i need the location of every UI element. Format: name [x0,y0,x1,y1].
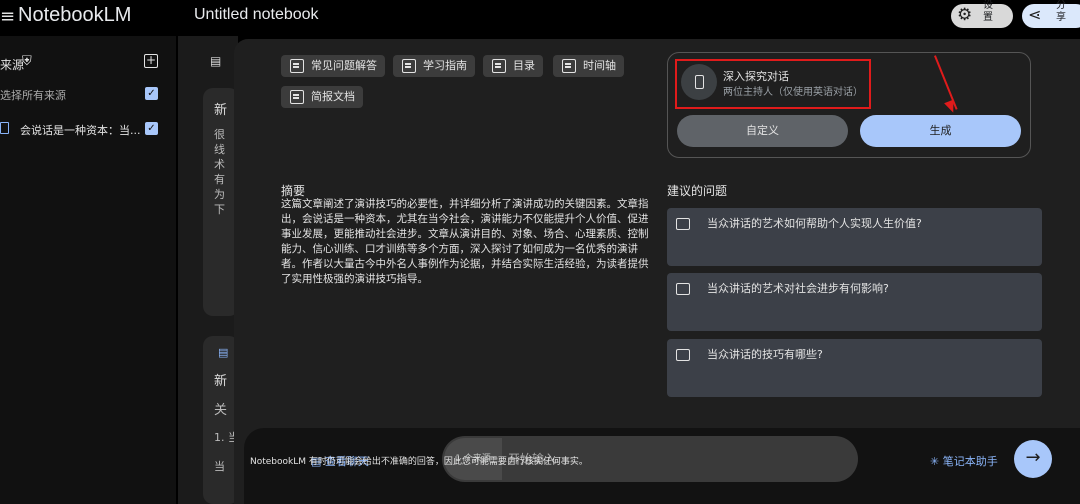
settings-label: 设置 [983,0,993,23]
sparkle-icon: ✳ [930,455,943,468]
note-text: 术 [214,158,225,171]
note-add-icon [562,59,576,73]
suggested-question[interactable]: 当众讲话的艺术对社会进步有何影响? [667,273,1042,331]
menu-icon[interactable]: ≡ [0,6,15,27]
chip-timeline[interactable]: 时间轴 [553,55,624,77]
generate-button[interactable]: 生成 [860,115,1021,147]
document-icon [0,122,9,134]
notebook-guide-panel: 常见问题解答 学习指南 目录 时间轴 简报文档 摘要 这篇文章阐述了演讲技巧的必… [234,39,1080,504]
suggested-question[interactable]: 当众讲话的技巧有哪些? [667,339,1042,397]
customize-button[interactable]: 自定义 [677,115,848,147]
chat-icon [676,349,690,361]
note-icon: ▤ [210,54,222,68]
note-add-icon [290,59,304,73]
note-title: 新 [214,374,228,389]
note-text: 线 [214,143,225,156]
chat-icon [676,218,690,230]
disclaimer-text: NotebookLM 有时仍可能会给出不准确的回答，因此您可能需要自行核实任何事… [250,457,588,467]
note-text: 很 [214,128,225,141]
send-arrow-icon[interactable]: → [1014,440,1052,478]
gear-icon: ⚙ [957,5,973,25]
note-text: 当 [214,460,225,473]
notebook-assistant-button[interactable]: ✳ 笔记本助手 [930,453,998,469]
select-all-checkbox[interactable]: ✓ [145,87,158,100]
note-title: 新 [214,103,228,118]
app-title: NotebookLM [18,4,132,26]
chip-table-of-contents[interactable]: 目录 [483,55,543,77]
note-add-icon [492,59,506,73]
note-text: 有 [214,173,225,186]
chip-faq[interactable]: 常见问题解答 [281,55,385,77]
note-text: 关 [214,403,228,418]
suggested-question[interactable]: 当众讲话的艺术如何帮助个人实现人生价值? [667,208,1042,266]
chip-study-guide[interactable]: 学习指南 [393,55,475,77]
note-text: 下 [214,203,225,216]
top-bar: ≡ NotebookLM Untitled notebook ⚙ 设置 ⋖ 分享 [0,0,1080,36]
chip-briefing-doc[interactable]: 简报文档 [281,86,363,108]
note-add-icon [402,59,416,73]
note-text: 1. 当 [214,431,234,444]
source-item-checkbox[interactable]: ✓ [145,122,158,135]
source-item-label[interactable]: 会说话是一种资本：当... [20,122,141,138]
select-all-label: 选择所有来源 [0,89,66,102]
notebook-title[interactable]: Untitled notebook [194,6,319,24]
share-label: 分享 [1056,0,1066,23]
share-icon: ⋖ [1028,5,1042,24]
highlight-box [675,59,871,109]
note-text: 为 [214,188,225,201]
note-icon: ▤ [218,346,229,359]
suggested-questions-heading: 建议的问题 [667,184,728,198]
share-button[interactable]: ⋖ 分享 [1022,0,1080,28]
note-add-icon [290,90,304,104]
settings-button[interactable]: ⚙ 设置 [951,0,1013,28]
sources-sidebar: 来源 ⛨ + 选择所有来源 ✓ 会说话是一种资本：当... ✓ [0,36,176,504]
chat-icon [676,283,690,295]
sources-title: 来源 [0,58,25,72]
add-source-icon[interactable]: + [144,54,158,68]
shield-icon: ⛨ [22,54,32,69]
summary-body: 这篇文章阐述了演讲技巧的必要性，并详细分析了演讲成功的关键因素。文章指出，会说话… [281,198,649,285]
